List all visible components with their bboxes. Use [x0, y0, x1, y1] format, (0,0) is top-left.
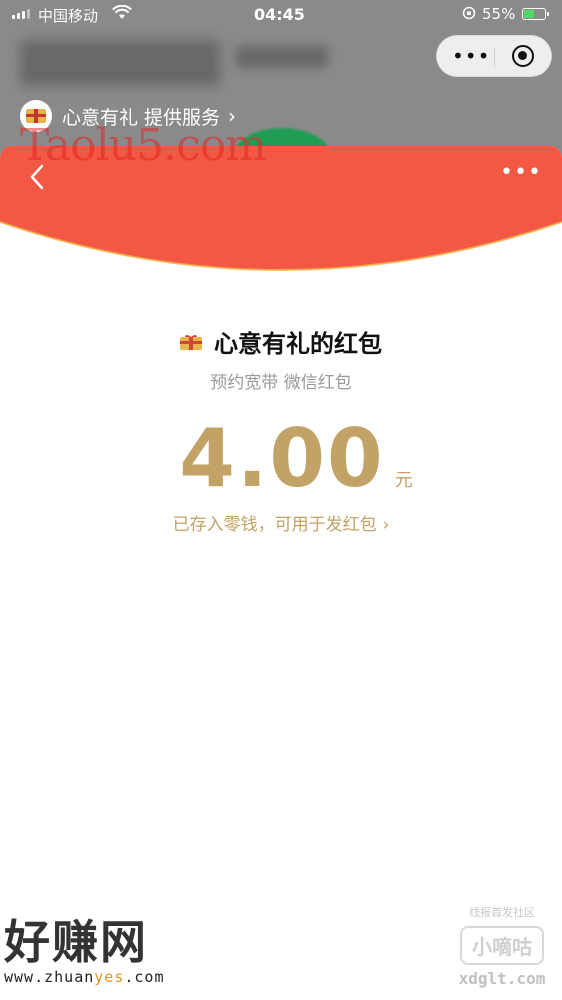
wifi-icon [112, 4, 132, 25]
watermark-url-highlight: yes [94, 968, 125, 986]
battery-icon [522, 8, 549, 20]
more-options-icon[interactable]: ••• [500, 162, 542, 184]
red-packet-sheet: ••• 心意有礼的红包 预约宽带 微信红包 4.00 元 已存入零钱，可用于发红… [0, 146, 562, 1000]
target-icon[interactable] [512, 45, 534, 67]
battery-fill [524, 10, 535, 18]
wallet-link-text: 已存入零钱，可用于发红包 [172, 515, 377, 535]
carrier-label: 中国移动 [38, 7, 99, 25]
signal-icon [12, 9, 30, 19]
wallet-link[interactable]: 已存入零钱，可用于发红包 › [0, 510, 562, 535]
watermark-url-suffix: .com [124, 968, 165, 986]
watermark-badge: 小嘀咕 [460, 926, 544, 965]
more-dots-icon[interactable]: ••• [452, 46, 490, 66]
amount-unit: 元 [394, 470, 413, 491]
chevron-right-icon: › [382, 515, 390, 535]
watermark-zhuanyes: 好赚网 www.zhuanyes.com [4, 916, 204, 996]
orientation-lock-icon [462, 6, 476, 24]
watermark-site: xdglt.com [458, 969, 546, 988]
watermark-url-prefix: www.zhuan [4, 968, 95, 986]
watermark-tagline: 线报首发社区 [469, 906, 535, 919]
blurred-header [236, 46, 328, 68]
status-bar: 中国移动 04:45 55% [0, 0, 562, 30]
battery-percent: 55% [482, 5, 516, 23]
watermark-taolu5: Taolu5.com [20, 120, 267, 171]
sender-row: 心意有礼的红包 [0, 324, 562, 359]
watermark-title: 好赚网 [4, 915, 148, 969]
watermark-xdglt: 线报首发社区 小嘀咕 xdglt.com [452, 904, 552, 994]
watermark-url: www.zhuanyes.com [4, 968, 204, 986]
blurred-title [20, 40, 220, 86]
amount-value: 4.00 [179, 412, 385, 505]
clock: 04:45 [254, 5, 305, 24]
capsule-divider [494, 47, 495, 67]
sender-name: 心意有礼的红包 [214, 330, 382, 358]
gift-icon [180, 334, 202, 350]
mini-program-capsule: ••• [436, 35, 552, 77]
red-packet-subtitle: 预约宽带 微信红包 [210, 373, 352, 393]
amount-row: 4.00 元 [0, 414, 562, 504]
